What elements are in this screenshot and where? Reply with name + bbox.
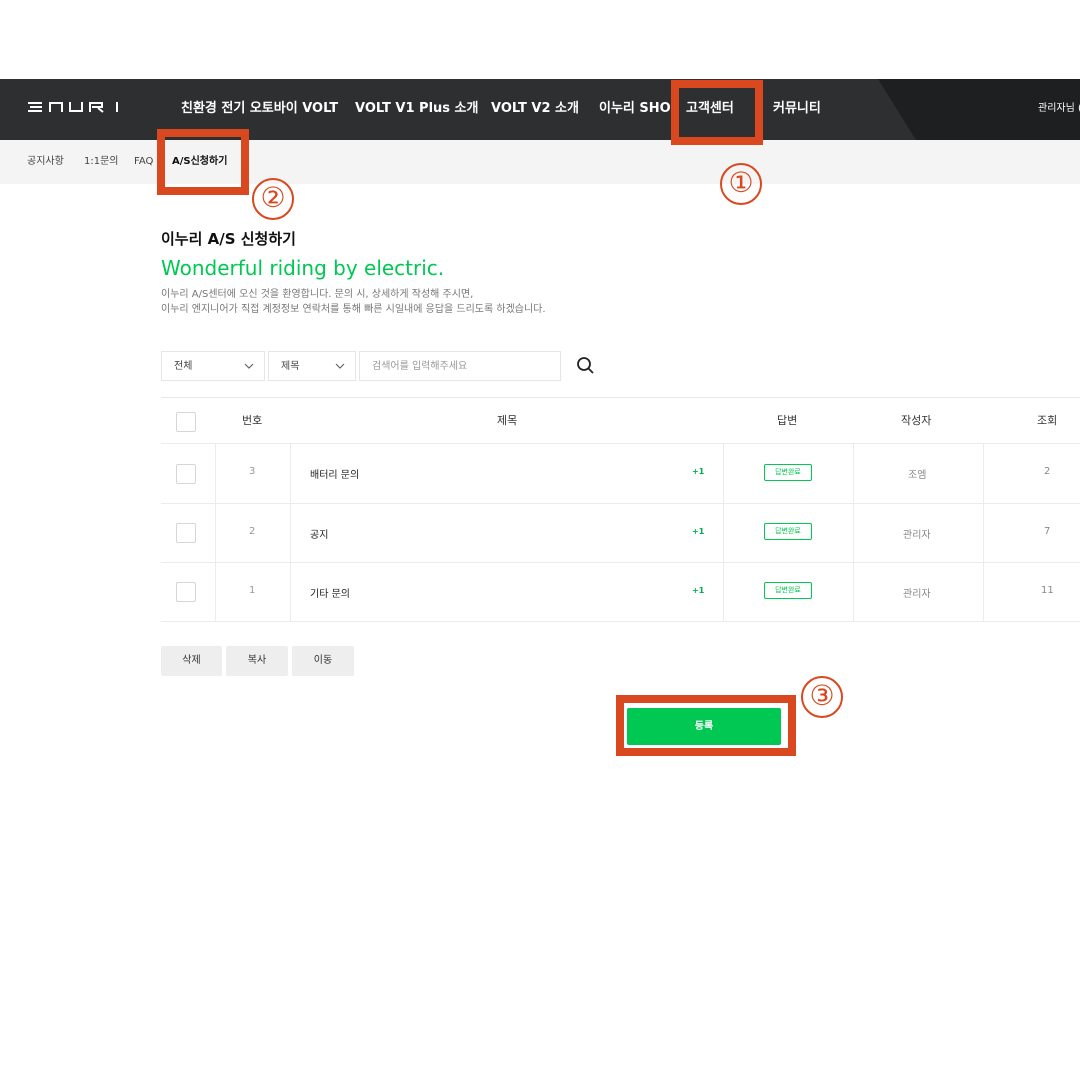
field-select-value: 제목 bbox=[281, 361, 300, 372]
column-divider bbox=[723, 444, 724, 621]
answer-status-badge: 답변완료 bbox=[764, 464, 812, 481]
row-divider bbox=[161, 503, 1080, 504]
row-checkbox[interactable] bbox=[176, 582, 196, 602]
row-subject-link[interactable]: 공지 bbox=[310, 526, 328, 541]
sub-navigation-bar: 공지사항 1:1문의 FAQ A/S신청하기 bbox=[0, 140, 1080, 184]
answer-status-badge: 답변완료 bbox=[764, 523, 812, 540]
row-number: 3 bbox=[249, 466, 256, 477]
chevron-down-icon bbox=[244, 363, 254, 369]
page-slogan: Wonderful riding by electric. bbox=[161, 256, 445, 280]
subnav-item-inquiry[interactable]: 1:1문의 bbox=[84, 152, 119, 172]
move-button[interactable]: 이동 bbox=[292, 646, 354, 676]
row-comment-count: +1 bbox=[692, 586, 705, 595]
row-subject-link[interactable]: 배터리 문의 bbox=[310, 466, 359, 481]
user-greeting[interactable]: 관리자님 ( bbox=[1038, 89, 1080, 129]
annotation-number-3: ③ bbox=[801, 676, 843, 718]
search-icon[interactable] bbox=[574, 354, 596, 376]
page-description-line-1: 이누리 A/S센터에 오신 것을 환영합니다. 문의 시, 상세하게 작성해 주… bbox=[161, 289, 474, 300]
column-divider bbox=[983, 444, 984, 621]
row-checkbox[interactable] bbox=[176, 464, 196, 484]
column-header-writer: 작성자 bbox=[901, 414, 932, 427]
column-divider bbox=[853, 444, 854, 621]
copy-button[interactable]: 복사 bbox=[226, 646, 288, 676]
row-comment-count: +1 bbox=[692, 527, 705, 536]
column-header-answer: 답변 bbox=[777, 414, 798, 427]
row-checkbox[interactable] bbox=[176, 523, 196, 543]
nav-item-volt-v2[interactable]: VOLT V2 소개 bbox=[491, 89, 579, 129]
row-divider bbox=[161, 443, 1080, 444]
select-all-checkbox[interactable] bbox=[176, 412, 196, 432]
column-header-subject: 제목 bbox=[497, 414, 518, 427]
nav-item-shop[interactable]: 이누리 SHOP bbox=[599, 89, 673, 129]
annotation-number-1: ① bbox=[720, 163, 762, 205]
column-divider bbox=[290, 444, 291, 621]
enuri-logo[interactable] bbox=[28, 100, 120, 114]
page-title: 이누리 A/S 신청하기 bbox=[161, 230, 296, 248]
row-comment-count: +1 bbox=[692, 467, 705, 476]
top-navigation-bar: 친환경 전기 오토바이 VOLT VOLT V1 Plus 소개 VOLT V2… bbox=[0, 79, 1080, 140]
category-select-value: 전체 bbox=[174, 361, 193, 372]
delete-button[interactable]: 삭제 bbox=[161, 646, 222, 676]
row-number: 2 bbox=[249, 526, 256, 537]
annotation-number-2: ② bbox=[252, 178, 294, 220]
nav-item-community[interactable]: 커뮤니티 bbox=[773, 89, 821, 129]
chevron-down-icon bbox=[335, 363, 345, 369]
column-divider bbox=[215, 444, 216, 621]
row-divider bbox=[161, 621, 1080, 622]
answer-status-badge: 답변완료 bbox=[764, 582, 812, 599]
nav-item-volt[interactable]: 친환경 전기 오토바이 VOLT bbox=[181, 89, 338, 129]
row-writer: 관리자 bbox=[903, 589, 931, 600]
row-views: 7 bbox=[1044, 526, 1051, 537]
row-views: 11 bbox=[1041, 585, 1054, 596]
row-subject-link[interactable]: 기타 문의 bbox=[310, 585, 350, 600]
subnav-item-faq[interactable]: FAQ bbox=[134, 152, 153, 172]
column-header-number: 번호 bbox=[242, 414, 263, 427]
register-button[interactable]: 등록 bbox=[627, 708, 781, 745]
category-select[interactable]: 전체 bbox=[161, 351, 265, 381]
row-writer: 관리자 bbox=[903, 530, 931, 541]
subnav-item-as-request[interactable]: A/S신청하기 bbox=[172, 152, 227, 172]
table-top-border bbox=[161, 397, 1080, 398]
search-input[interactable] bbox=[359, 351, 561, 381]
column-header-views: 조회 bbox=[1037, 414, 1058, 427]
field-select[interactable]: 제목 bbox=[268, 351, 356, 381]
page-description: 이누리 A/S센터에 오신 것을 환영합니다. 문의 시, 상세하게 작성해 주… bbox=[161, 287, 546, 317]
row-number: 1 bbox=[249, 585, 256, 596]
row-views: 2 bbox=[1044, 466, 1051, 477]
subnav-item-notice[interactable]: 공지사항 bbox=[27, 152, 64, 172]
nav-item-customer-center[interactable]: 고객센터 bbox=[686, 89, 734, 129]
row-divider bbox=[161, 562, 1080, 563]
nav-item-volt-v1-plus[interactable]: VOLT V1 Plus 소개 bbox=[355, 89, 478, 129]
page-description-line-2: 이누리 엔지니어가 직접 계정정보 연락처를 통해 빠른 시일내에 응답을 드리… bbox=[161, 304, 546, 315]
row-writer: 조엠 bbox=[908, 470, 927, 481]
